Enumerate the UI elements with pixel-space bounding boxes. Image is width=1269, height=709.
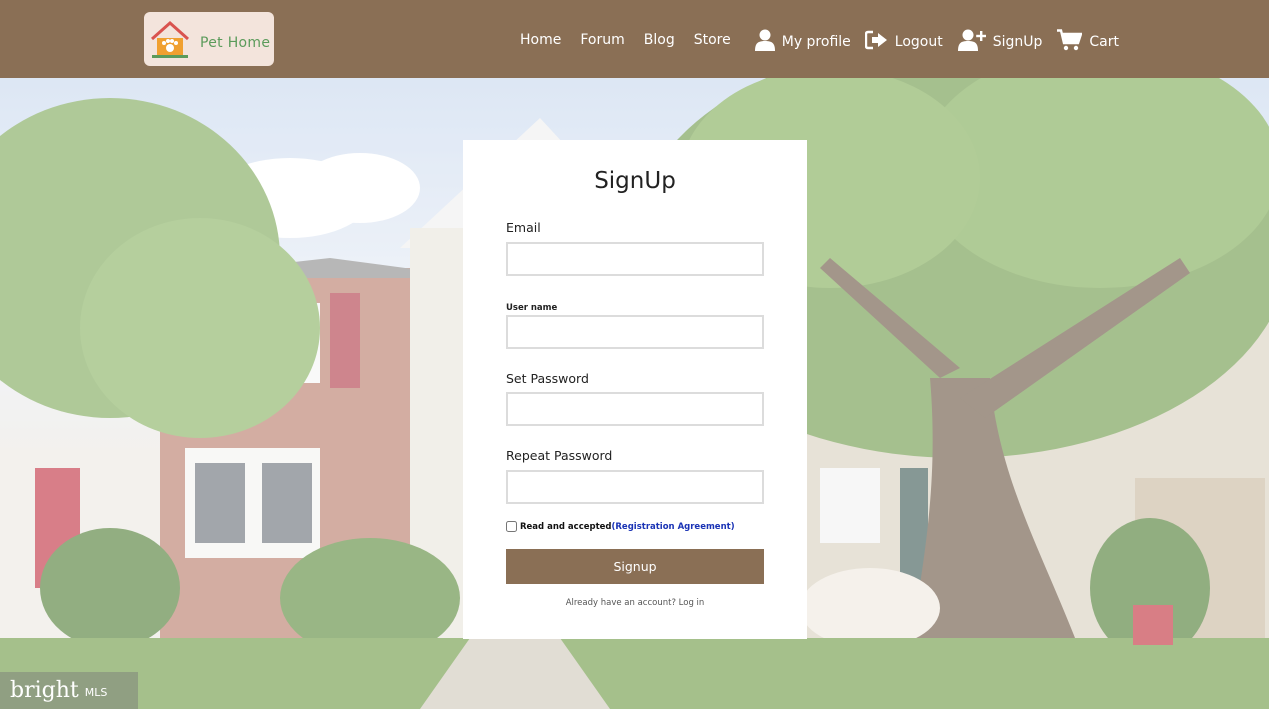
nav-logout-label: Logout — [894, 34, 943, 50]
login-hint: Already have an account? Log in — [463, 598, 807, 608]
main-nav: Home Forum Blog Store My profile Logout — [520, 22, 1119, 58]
nav-signup-label: SignUp — [992, 34, 1043, 50]
login-hint-text: Already have an account? — [565, 598, 676, 608]
email-label: Email — [506, 220, 541, 235]
nav-cart[interactable]: Cart — [1057, 29, 1119, 51]
user-icon — [754, 29, 775, 51]
nav-store[interactable]: Store — [694, 32, 731, 48]
agreement-row: Read and accepted (Registration Agreemen… — [506, 521, 735, 532]
username-label: User name — [506, 303, 558, 313]
signup-button[interactable]: Signup — [506, 549, 764, 584]
repeat-password-field[interactable] — [506, 470, 764, 504]
agreement-checkbox[interactable] — [506, 521, 517, 532]
signup-title: SignUp — [594, 168, 676, 194]
nav-my-profile[interactable]: My profile — [754, 29, 851, 51]
nav-forum[interactable]: Forum — [580, 32, 624, 48]
nav-my-profile-label: My profile — [781, 34, 851, 50]
site-logo[interactable]: Pet Home — [144, 12, 274, 66]
user-plus-icon — [957, 29, 986, 51]
nav-home[interactable]: Home — [520, 32, 561, 48]
shopping-cart-icon — [1057, 29, 1083, 51]
repeat-password-label: Repeat Password — [506, 448, 613, 463]
registration-agreement-link[interactable]: (Registration Agreement) — [612, 522, 735, 532]
sign-out-icon — [864, 30, 887, 50]
bright-mls-watermark: bright MLS — [0, 672, 138, 709]
watermark-main: bright — [10, 678, 79, 703]
email-field[interactable] — [506, 242, 764, 276]
watermark-sub: MLS — [84, 686, 108, 699]
nav-cart-label: Cart — [1089, 34, 1119, 50]
nav-signup[interactable]: SignUp — [957, 29, 1043, 51]
signup-card: SignUp Email User name Set Password Repe… — [463, 140, 807, 639]
username-field[interactable] — [506, 315, 764, 349]
password-field[interactable] — [506, 392, 764, 426]
logo-text: Pet Home — [200, 35, 271, 51]
agreement-text: Read and accepted — [520, 521, 612, 532]
house-paw-icon — [151, 20, 189, 58]
nav-logout[interactable]: Logout — [864, 30, 943, 50]
nav-blog[interactable]: Blog — [644, 32, 675, 48]
login-link[interactable]: Log in — [679, 598, 705, 608]
password-label: Set Password — [506, 371, 589, 386]
top-navbar: Pet Home Home Forum Blog Store My profil… — [0, 0, 1269, 78]
